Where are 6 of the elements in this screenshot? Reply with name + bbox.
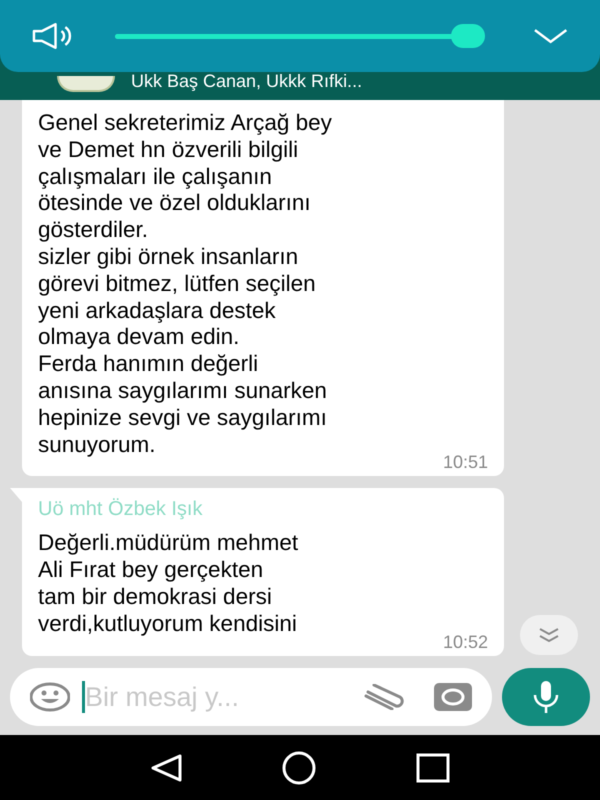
chat-participants: Ukk Baş Canan, Ukkk Rıfki... (131, 72, 362, 92)
message-time: 10:51 (442, 452, 488, 472)
sender-name: Uö mht Özbek Işık (38, 497, 204, 522)
message-time: 10:52 (442, 632, 488, 652)
message-text: Genel sekreterimiz Arçağ bey ve Demet hn özverili bilgili çalışmaları ile çalışanın ötesinde ve özel olduklarını gösterdiler. sizler gibi örnek insanların görevi bitmez, lütfen seçilen yeni arkadaşlara destek olmaya devam edin. Ferda hanımın değerli anısına saygılarımı sunarken hepinize sevgi ve saygılarımı sunuyorum. (38, 110, 333, 458)
message-text: Değerli.müdürüm mehmet Ali Fırat bey gerçekten tam bir demokrasi dersi verdi,kutluyorum kendisini (38, 530, 300, 638)
